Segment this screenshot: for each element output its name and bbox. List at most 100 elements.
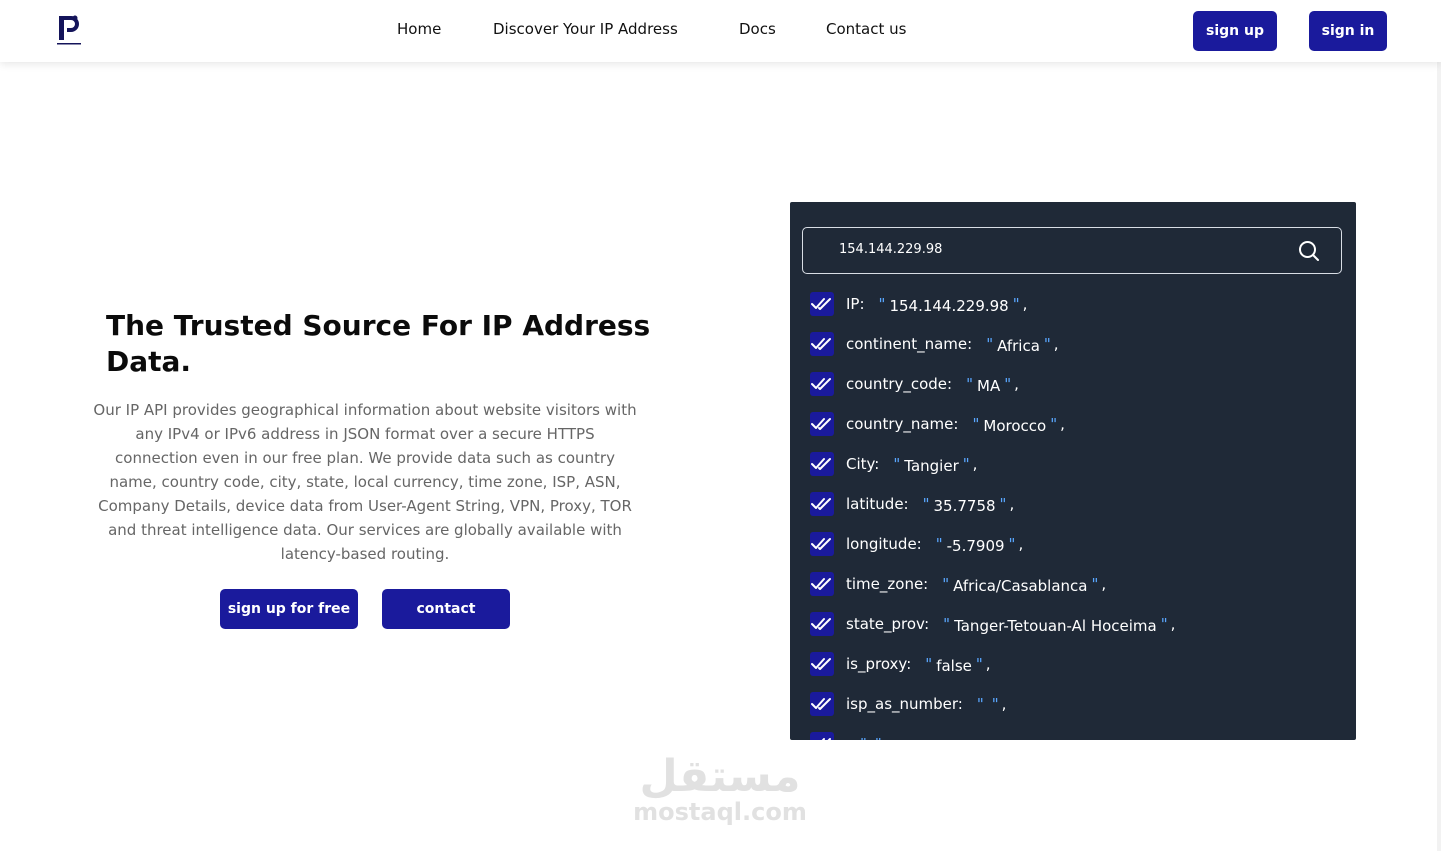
field-key: country_code: [846,375,953,393]
hero-description: Our IP API provides geographical informa… [93,401,637,563]
ip-result-row: " ", [810,732,890,740]
double-check-icon [810,292,834,316]
field-key: time_zone: [846,575,929,593]
field-key: IP: [846,295,865,313]
field-comma: , [1170,615,1176,633]
quote-open: " [935,535,943,553]
field-value: 35.7758 [933,497,996,515]
double-check-icon [810,372,834,396]
quote-close: " [1012,295,1020,313]
ip-result-row: state_prov: " Tanger-Tetouan-Al Hoceima ", [810,612,1175,636]
field-key: longitude: [846,535,922,553]
quote-open: " [942,575,950,593]
ip-search-value[interactable]: 154.144.229.98 [839,242,942,257]
double-check-icon [810,572,834,596]
double-check-icon [810,652,834,676]
ip-result-row: longitude: " -5.7909 ", [810,532,1023,556]
field-value: MA [977,377,1001,395]
signup-free-button[interactable]: sign up for free [220,589,358,629]
ip-result-row: City: " Tangier ", [810,452,977,476]
double-check-icon [810,492,834,516]
ip-result-row: country_code: " MA ", [810,372,1019,396]
ip-result-row: IP: " 154.144.229.98 ", [810,292,1027,316]
field-value: Africa [997,337,1040,355]
field-comma: , [1018,535,1024,553]
quote-open: " [976,695,984,713]
quote-open: " [878,295,886,313]
field-comma: , [1022,295,1028,313]
double-check-icon [810,732,834,740]
signup-button[interactable]: sign up [1193,11,1277,51]
nav-contact[interactable]: Contact us [826,20,906,38]
contact-button[interactable]: contact [382,589,510,629]
nav-home[interactable]: Home [397,20,441,38]
ip-search-input[interactable]: 154.144.229.98 [802,227,1342,274]
ip-lookup-panel: 154.144.229.98 IP: " 154.144.229.98 ", conti… [790,202,1356,740]
field-comma: , [1053,335,1059,353]
ip-result-row: is_proxy: " false ", [810,652,991,676]
field-value: Tanger-Tetouan-Al Hoceima [954,617,1157,635]
field-comma: , [1014,375,1019,393]
ip-result-row: continent_name: " Africa ", [810,332,1059,356]
field-comma: , [1009,495,1015,513]
quote-close: " [991,695,999,713]
field-comma: , [885,735,890,740]
quote-open: " [943,615,951,633]
signin-button[interactable]: sign in [1309,11,1387,51]
quote-open: " [986,335,994,353]
quote-close: " [1091,575,1099,593]
field-value: 154.144.229.98 [889,297,1009,315]
double-check-icon [810,532,834,556]
field-value: Tangier [904,457,959,475]
field-key: isp_as_number: [846,695,963,713]
field-comma: , [985,655,991,673]
double-check-icon [810,332,834,356]
field-key: is_proxy: [846,655,912,673]
quote-close: " [1008,535,1016,553]
double-check-icon [810,412,834,436]
quote-close: " [999,495,1007,513]
top-navbar: Home Discover Your IP Address Docs Conta… [0,0,1441,62]
field-key: latitude: [846,495,909,513]
watermark-arabic: مستقل [639,751,801,802]
double-check-icon [810,692,834,716]
quote-close: " [1160,615,1168,633]
quote-open: " [925,655,933,673]
watermark-latin: mostaql.com [633,798,807,826]
field-comma: , [1060,415,1065,433]
quote-open: " [893,455,901,473]
field-value: -5.7909 [946,537,1005,555]
field-comma: , [1001,695,1007,713]
nav-discover-ip[interactable]: Discover Your IP Address [493,20,678,38]
nav-docs[interactable]: Docs [739,20,776,38]
double-check-icon [810,612,834,636]
ip-result-row: time_zone: " Africa/Casablanca ", [810,572,1106,596]
quote-close: " [1043,335,1051,353]
field-key: continent_name: [846,335,973,353]
field-value: false [936,657,972,675]
field-key: country_name: [846,415,959,433]
quote-open: " [966,375,973,393]
field-value: Africa/Casablanca [953,577,1088,595]
page-scrollbar[interactable] [1437,0,1441,851]
quote-open: " [972,415,980,433]
field-comma: , [1101,575,1107,593]
watermark: مستقل mostaql.com [630,751,810,827]
quote-close: " [1050,415,1058,433]
field-value: Morocco [983,417,1047,435]
field-comma: , [972,455,978,473]
double-check-icon [810,452,834,476]
ip-result-row: latitude: " 35.7758 ", [810,492,1014,516]
quote-close: " [1004,375,1012,393]
hero-title: The Trusted Source For IP Address Data. [106,309,651,378]
quote-close: " [962,455,970,473]
search-icon[interactable] [1297,239,1321,263]
quote-open: " [922,495,930,513]
quote-open: " [860,735,867,740]
field-key: City: [846,455,880,473]
quote-close: " [975,655,983,673]
quote-close: " [875,735,882,740]
ip-result-row: country_name: " Morocco ", [810,412,1065,436]
field-key: state_prov: [846,615,930,633]
ip-result-row: isp_as_number: " ", [810,692,1006,716]
